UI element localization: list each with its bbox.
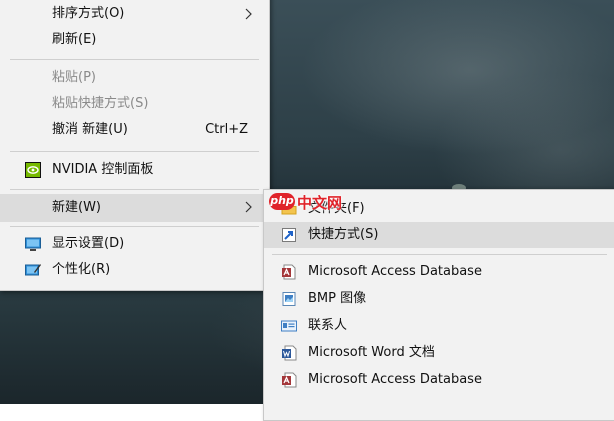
submenu-item-contact[interactable]: 联系人 <box>264 313 614 339</box>
menu-item-label: 排序方式(O) <box>52 6 125 21</box>
access-file-icon <box>281 264 297 280</box>
menu-item-shortcut: Ctrl+Z <box>205 122 248 137</box>
menu-item-label: Microsoft Access Database <box>308 372 482 387</box>
menu-separator <box>10 59 259 60</box>
menu-item-label: 显示设置(D) <box>52 236 125 251</box>
php-cn-watermark: php 中文网 <box>269 193 349 213</box>
menu-separator <box>10 189 259 190</box>
contact-card-icon <box>281 318 297 334</box>
menu-item-label: 粘贴(P) <box>52 70 96 85</box>
shortcut-icon <box>281 227 297 243</box>
menu-separator <box>10 226 259 227</box>
menu-item-display-settings[interactable]: 显示设置(D) <box>0 231 269 257</box>
submenu-item-shortcut[interactable]: 快捷方式(S) <box>264 222 614 248</box>
nvidia-icon <box>25 162 41 178</box>
access-file-icon <box>281 372 297 388</box>
menu-item-label: 新建(W) <box>52 200 101 215</box>
menu-item-new[interactable]: 新建(W) <box>0 194 269 222</box>
bmp-image-icon <box>281 291 297 307</box>
menu-item-undo-new[interactable]: 撤消 新建(U) Ctrl+Z <box>0 117 269 143</box>
chevron-right-icon <box>245 194 257 220</box>
new-submenu: 文件夹(F) 快捷方式(S) Microsoft Access Database <box>263 189 614 421</box>
menu-item-label: BMP 图像 <box>308 291 367 306</box>
menu-item-label: 刷新(E) <box>52 32 97 47</box>
menu-item-paste[interactable]: 粘贴(P) <box>0 65 269 91</box>
chevron-right-icon <box>245 1 257 27</box>
word-file-icon <box>281 345 297 361</box>
menu-item-nvidia-control-panel[interactable]: NVIDIA 控制面板 <box>0 157 269 183</box>
menu-item-label: 个性化(R) <box>52 262 111 277</box>
desktop-context-menu: 排序方式(O) 刷新(E) 粘贴(P) 粘贴快捷方式(S) 撤消 新建(U) C… <box>0 0 270 291</box>
personalize-icon <box>25 262 41 278</box>
menu-separator <box>10 151 259 152</box>
menu-item-refresh[interactable]: 刷新(E) <box>0 27 269 53</box>
menu-item-label: 快捷方式(S) <box>308 227 379 242</box>
menu-item-label: 撤消 新建(U) <box>52 122 128 137</box>
monitor-icon <box>25 236 41 252</box>
menu-item-label: 联系人 <box>308 318 348 333</box>
menu-item-sort-by[interactable]: 排序方式(O) <box>0 1 269 27</box>
menu-item-paste-shortcut[interactable]: 粘贴快捷方式(S) <box>0 91 269 117</box>
submenu-item-bmp-image[interactable]: BMP 图像 <box>264 286 614 312</box>
watermark-badge: php <box>269 193 295 210</box>
menu-separator <box>272 254 607 255</box>
menu-item-personalize[interactable]: 个性化(R) <box>0 257 269 283</box>
menu-item-label: Microsoft Access Database <box>308 264 482 279</box>
menu-item-label: NVIDIA 控制面板 <box>52 162 154 177</box>
submenu-item-access-database-2[interactable]: Microsoft Access Database <box>264 367 614 393</box>
submenu-item-access-database[interactable]: Microsoft Access Database <box>264 259 614 285</box>
menu-item-label: Microsoft Word 文档 <box>308 345 435 360</box>
watermark-text: 中文网 <box>297 194 343 212</box>
submenu-item-word-document[interactable]: Microsoft Word 文档 <box>264 340 614 366</box>
menu-item-label: 粘贴快捷方式(S) <box>52 96 149 111</box>
